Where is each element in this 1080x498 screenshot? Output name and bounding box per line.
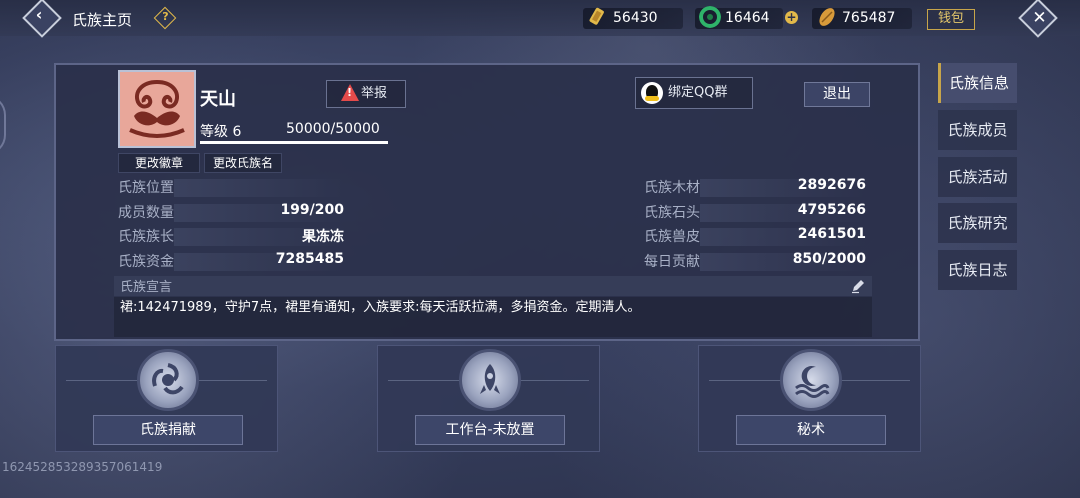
jade-icon xyxy=(699,6,721,28)
stat-row: 氏族族长 果冻冻 xyxy=(118,226,344,248)
clan-emblem[interactable] xyxy=(118,70,196,148)
stat-value: 2892676 xyxy=(797,177,866,193)
stat-label: 氏族位置 xyxy=(118,180,174,196)
secret-art-card: 秘术 xyxy=(698,345,921,452)
currency-coupon: 765487 xyxy=(812,8,912,29)
bind-qq-label: 绑定QQ群 xyxy=(668,85,728,100)
declaration-text: 裙:142471989，守护7点，裙里有通知，入族要求:每天活跃拉满，多捐资金。… xyxy=(114,297,872,337)
donate-button[interactable]: 氏族捐献 xyxy=(93,415,243,445)
chevron-left-icon: ‹ xyxy=(35,4,43,24)
stat-row: 每日贡献 850/2000 xyxy=(644,251,866,273)
clan-name: 天山 xyxy=(200,89,236,110)
edit-icon[interactable] xyxy=(850,278,866,294)
declaration-title: 氏族宣言 xyxy=(120,280,173,295)
tab-clan-log[interactable]: 氏族日志 xyxy=(938,250,1017,290)
stat-label: 氏族木材 xyxy=(644,180,700,196)
stat-value: 7285485 xyxy=(275,251,344,267)
stat-value: 果冻冻 xyxy=(302,229,344,245)
tab-clan-research[interactable]: 氏族研究 xyxy=(938,203,1017,243)
change-emblem-button[interactable]: 更改徽章 xyxy=(118,153,200,173)
currency-value: 16464 xyxy=(725,10,770,26)
warning-icon: ! xyxy=(341,84,359,101)
stat-row: 氏族木材 2892676 xyxy=(644,177,866,199)
emblem-pattern-icon xyxy=(129,80,185,138)
swirl-icon[interactable] xyxy=(137,349,199,411)
stat-label: 氏族石头 xyxy=(644,205,700,221)
report-button[interactable]: ! 举报 xyxy=(326,80,406,108)
close-button[interactable]: ✕ xyxy=(1018,0,1058,38)
stat-label: 氏族族长 xyxy=(118,229,174,245)
stat-value: 199/200 xyxy=(280,202,344,218)
gold-scroll-icon xyxy=(589,7,604,25)
tab-clan-info[interactable]: 氏族信息 xyxy=(938,63,1017,103)
exp-bar xyxy=(200,141,388,144)
plus-icon[interactable]: + xyxy=(785,11,798,24)
report-label: 举报 xyxy=(361,86,388,101)
player-uid: 1624528532893570614​19 xyxy=(2,460,163,474)
top-bar: ‹ 氏族主页 ? 56430 16464 + 765487 钱包 ✕ xyxy=(0,0,1080,38)
clan-level: 等级 6 xyxy=(200,124,242,140)
rocket-icon[interactable] xyxy=(459,349,521,411)
tab-clan-members[interactable]: 氏族成员 xyxy=(938,110,1017,150)
close-icon: ✕ xyxy=(1032,8,1047,29)
donate-card: 氏族捐献 xyxy=(55,345,278,452)
moon-wave-icon[interactable] xyxy=(780,349,842,411)
change-name-button[interactable]: 更改氏族名 xyxy=(204,153,282,173)
currency-jade: 16464 xyxy=(695,6,783,29)
stat-row: 氏族兽皮 2461501 xyxy=(644,226,866,248)
workbench-button[interactable]: 工作台-未放置 xyxy=(415,415,565,445)
stat-value: 850/2000 xyxy=(792,251,866,267)
declaration-label: 氏族宣言 xyxy=(114,276,872,296)
stat-row: 成员数量 199/200 xyxy=(118,202,344,224)
qq-icon xyxy=(641,82,663,104)
currency-gold-scroll: 56430 xyxy=(583,7,683,29)
stat-label: 氏族资金 xyxy=(118,254,174,270)
clan-exp: 50000/50000 xyxy=(286,121,380,137)
coupon-icon xyxy=(819,8,835,26)
back-button[interactable]: ‹ xyxy=(22,0,62,38)
currency-value: 765487 xyxy=(842,10,896,26)
stat-value: 4795266 xyxy=(797,202,866,218)
tab-clan-activities[interactable]: 氏族活动 xyxy=(938,157,1017,197)
wallet-button[interactable]: 钱包 xyxy=(927,9,975,30)
bind-qq-button[interactable]: 绑定QQ群 xyxy=(635,77,753,109)
clan-declaration: 氏族宣言 裙:142471989，守护7点，裙里有通知，入族要求:每天活跃拉满，… xyxy=(114,276,872,339)
stat-label: 氏族兽皮 xyxy=(644,229,700,245)
question-icon[interactable]: ? xyxy=(153,6,177,30)
currency-value: 56430 xyxy=(613,10,658,26)
stat-label: 每日贡献 xyxy=(644,254,700,270)
stat-label: 成员数量 xyxy=(118,205,174,221)
stat-row: 氏族资金 7285485 xyxy=(118,251,344,273)
secret-art-button[interactable]: 秘术 xyxy=(736,415,886,445)
exit-button[interactable]: 退出 xyxy=(804,82,870,107)
page-title: 氏族主页 xyxy=(72,11,133,29)
stat-value: 2461501 xyxy=(797,226,866,242)
clan-info-panel: 天山 ! 举报 绑定QQ群 退出 等级 6 50000/50000 更改徽章 更… xyxy=(54,63,920,341)
stat-row: 氏族石头 4795266 xyxy=(644,202,866,224)
workbench-card: 工作台-未放置 xyxy=(377,345,600,452)
declaration-content: 裙:142471989，守护7点，裙里有通知，入族要求:每天活跃拉满，多捐资金。… xyxy=(120,300,641,315)
stat-row: 氏族位置 xyxy=(118,177,344,199)
